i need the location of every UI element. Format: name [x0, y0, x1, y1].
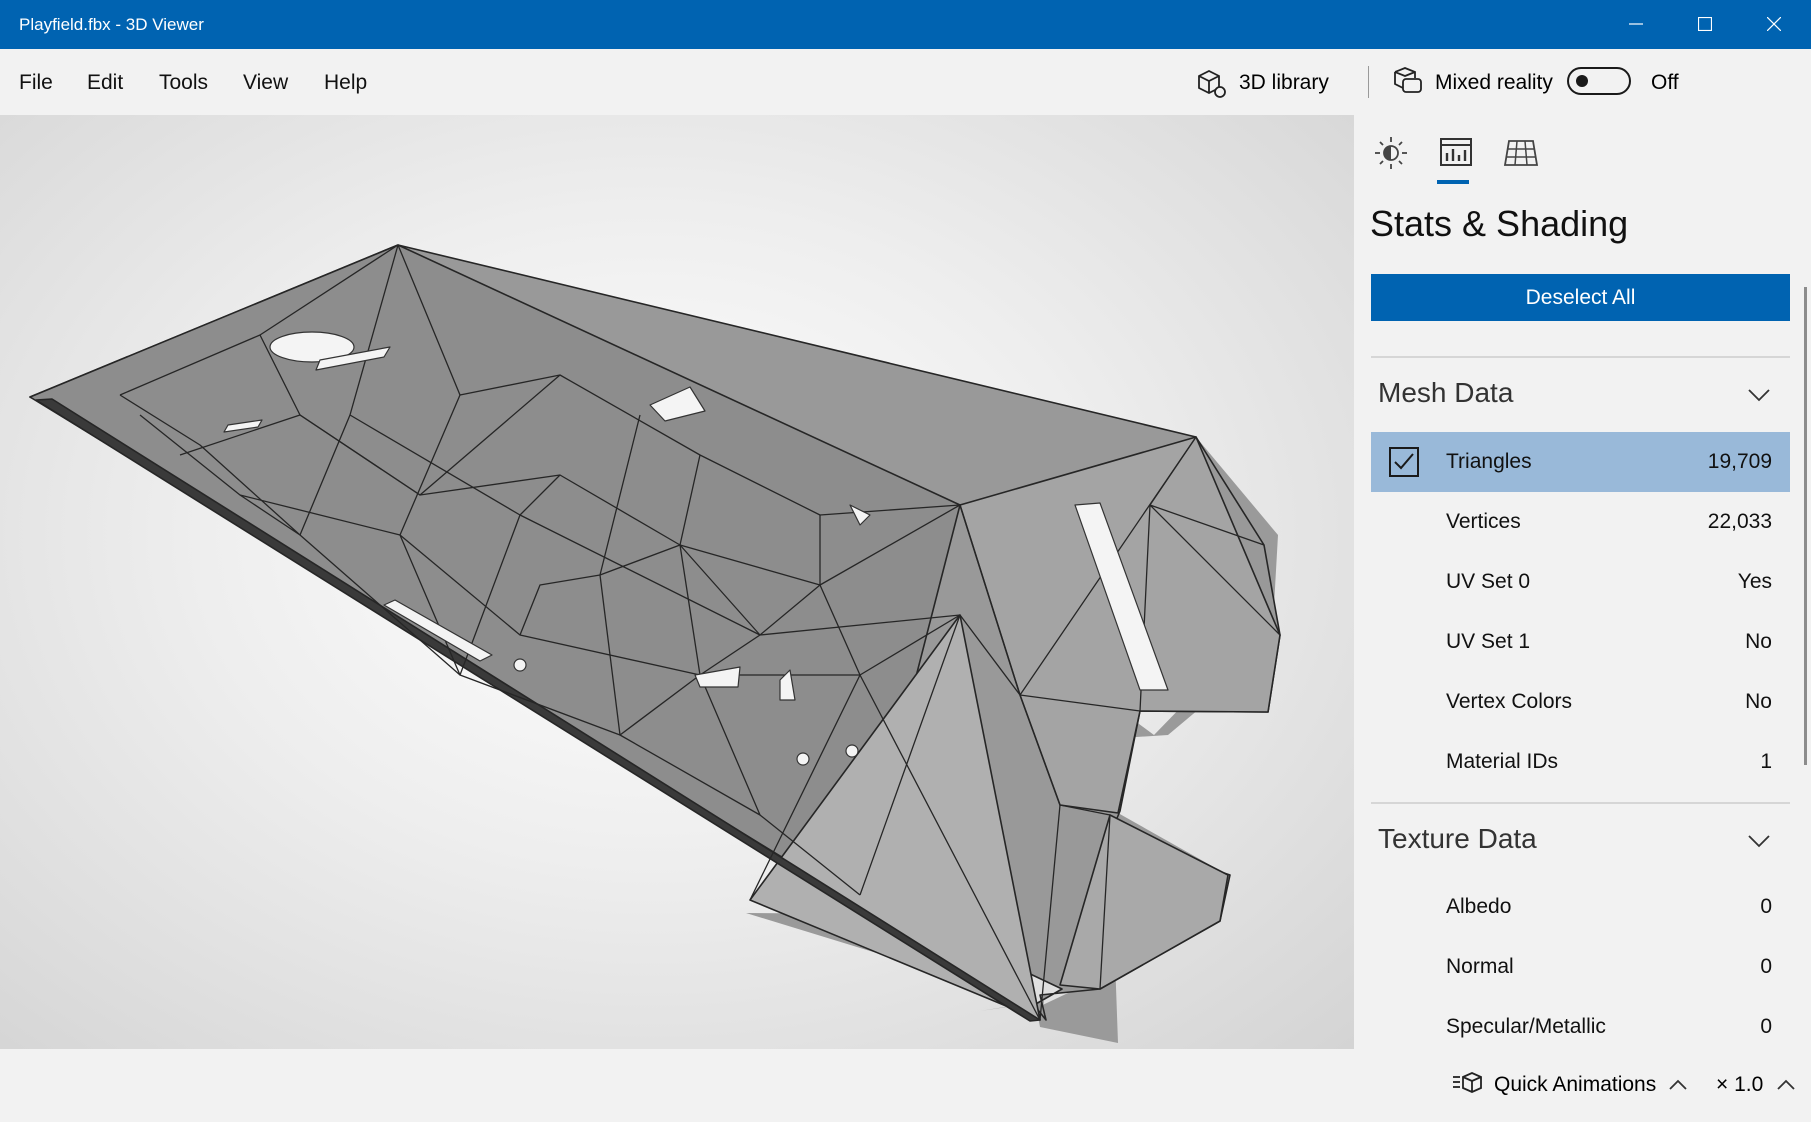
close-icon	[1767, 17, 1781, 31]
stat-label: Material IDs	[1446, 750, 1559, 773]
mixed-reality-state: Off	[1651, 71, 1679, 94]
chevron-up-icon[interactable]	[1777, 1079, 1795, 1090]
quick-animations-icon	[1453, 1072, 1482, 1093]
stats-icon[interactable]	[1434, 135, 1478, 171]
stats-shading-panel: Stats & Shading Deselect All Mesh Data T…	[1354, 115, 1811, 1049]
grid-icon[interactable]	[1499, 135, 1543, 171]
chevron-down-icon[interactable]	[1748, 388, 1770, 402]
stat-value: 22,033	[1707, 510, 1772, 533]
stat-value: 0	[1760, 955, 1772, 978]
panel-scrollbar[interactable]	[1804, 287, 1807, 765]
stat-row-vertices[interactable]: Vertices 22,033	[1371, 492, 1790, 552]
stat-row-uv-set-0[interactable]: UV Set 0 Yes	[1371, 552, 1790, 612]
menu-view[interactable]: View	[243, 71, 288, 95]
chevron-down-icon[interactable]	[1748, 834, 1770, 848]
stat-value: 0	[1760, 1015, 1772, 1038]
menu-help[interactable]: Help	[324, 71, 367, 95]
menu-file[interactable]: File	[19, 71, 53, 95]
close-button[interactable]	[1740, 0, 1809, 49]
stat-value: 19,709	[1707, 450, 1772, 473]
mesh-data-header[interactable]: Mesh Data	[1378, 377, 1513, 409]
checkmark-icon	[1394, 453, 1414, 470]
mixed-reality-icon	[1394, 67, 1422, 93]
stat-label: Vertex Colors	[1446, 690, 1573, 713]
toggle-knob	[1576, 75, 1588, 87]
3d-library-label: 3D library	[1239, 71, 1329, 94]
stat-row-specular-metallic[interactable]: Specular/Metallic 0	[1371, 997, 1790, 1049]
stat-label: Normal	[1446, 955, 1514, 978]
section-divider	[1371, 356, 1790, 358]
stat-row-vertex-colors[interactable]: Vertex Colors No	[1371, 672, 1790, 732]
stat-label: UV Set 1	[1446, 630, 1531, 653]
stat-label: Vertices	[1446, 510, 1521, 533]
mixed-reality-toggle[interactable]	[1567, 67, 1631, 95]
stat-value: 1	[1760, 750, 1772, 773]
stat-label: Triangles	[1446, 450, 1532, 473]
maximize-icon	[1698, 17, 1712, 31]
menu-tools[interactable]: Tools	[159, 71, 208, 95]
stat-row-albedo[interactable]: Albedo 0	[1371, 877, 1790, 937]
title-bar: Playfield.fbx - 3D Viewer	[0, 0, 1811, 49]
section-divider	[1371, 802, 1790, 804]
stat-value: Yes	[1737, 570, 1772, 593]
active-tab-indicator	[1437, 180, 1469, 184]
stat-label: Specular/Metallic	[1446, 1015, 1606, 1038]
status-bar: Quick Animations × 1.0	[0, 1049, 1811, 1122]
deselect-all-button[interactable]: Deselect All	[1371, 274, 1790, 321]
stat-value: 0	[1760, 895, 1772, 918]
minimize-icon	[1629, 23, 1643, 25]
lighting-icon[interactable]	[1369, 135, 1413, 171]
stat-row-material-ids[interactable]: Material IDs 1	[1371, 732, 1790, 792]
mixed-reality-label: Mixed reality	[1435, 71, 1553, 94]
cube-library-icon	[1198, 69, 1226, 98]
maximize-button[interactable]	[1671, 0, 1740, 49]
stat-value: No	[1745, 630, 1772, 653]
stat-row-normal[interactable]: Normal 0	[1371, 937, 1790, 997]
menu-bar: File Edit Tools View Help 3D library Mix…	[0, 49, 1811, 115]
wireframe-mesh-model[interactable]	[0, 115, 1354, 1049]
minimize-button[interactable]	[1602, 0, 1671, 49]
quick-animations-button[interactable]: Quick Animations	[1494, 1073, 1656, 1097]
stat-row-uv-set-1[interactable]: UV Set 1 No	[1371, 612, 1790, 672]
3d-viewport[interactable]	[0, 115, 1354, 1049]
stat-row-triangles[interactable]: Triangles 19,709	[1371, 432, 1790, 492]
stat-value: No	[1745, 690, 1772, 713]
panel-title: Stats & Shading	[1370, 203, 1629, 244]
toolbar-divider	[1368, 66, 1369, 98]
stat-label: Albedo	[1446, 895, 1512, 918]
triangles-checkbox[interactable]	[1389, 447, 1419, 477]
chevron-up-icon[interactable]	[1669, 1079, 1687, 1090]
window-title: Playfield.fbx - 3D Viewer	[19, 15, 204, 34]
texture-data-header[interactable]: Texture Data	[1378, 823, 1537, 855]
menu-edit[interactable]: Edit	[87, 71, 123, 95]
animation-speed[interactable]: × 1.0	[1716, 1073, 1763, 1097]
stat-label: UV Set 0	[1446, 570, 1531, 593]
